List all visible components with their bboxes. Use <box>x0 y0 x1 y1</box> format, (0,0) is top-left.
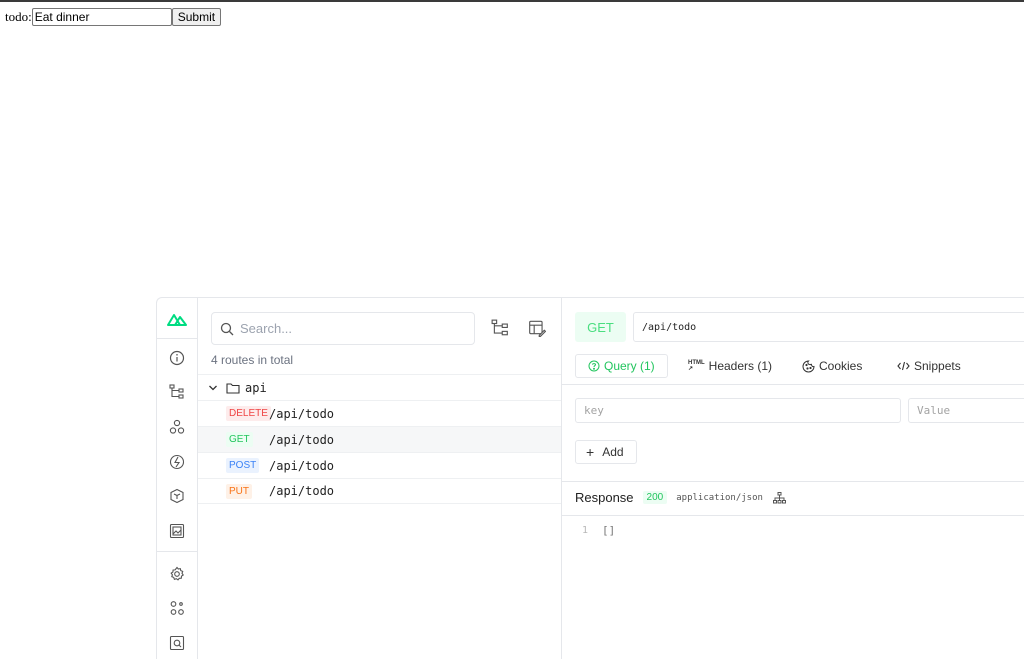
tab-cookies[interactable]: Cookies <box>802 354 862 378</box>
table-edit-icon[interactable] <box>527 318 547 338</box>
route-path: /api/todo <box>269 484 335 498</box>
route-tree: api DELETE /api/todo GET /api/todo POST … <box>198 374 561 504</box>
tab-snippets[interactable]: Snippets <box>897 354 961 378</box>
folder-label: api <box>245 380 267 395</box>
devtools-panel: Search... 4 routes in total api DELETE /… <box>156 297 1024 659</box>
folder-row[interactable]: api <box>198 374 561 400</box>
route-search[interactable]: Search... <box>211 312 475 345</box>
search-icon <box>220 322 234 336</box>
line-number: 1 <box>582 525 589 536</box>
request-pane: GET /api/todo Query (1) HTML ↗ Headers (1… <box>562 298 1024 659</box>
nuxt-logo-icon[interactable] <box>167 309 187 329</box>
folder-icon <box>226 382 240 394</box>
sitemap-icon[interactable] <box>772 491 786 504</box>
tree-icon[interactable] <box>167 382 187 402</box>
method-badge: DELETE <box>226 406 271 421</box>
top-border <box>0 0 1024 2</box>
info-icon[interactable] <box>167 348 187 368</box>
content-type: application/json <box>676 492 763 503</box>
route-row[interactable]: GET /api/todo <box>198 426 561 452</box>
divider <box>562 481 1024 482</box>
todo-input[interactable] <box>31 8 172 26</box>
code-icon <box>897 360 910 372</box>
method-badge: GET <box>226 432 253 447</box>
query-value-input[interactable]: Value <box>908 398 1024 423</box>
tab-headers-label: Headers (1) <box>708 359 773 373</box>
method-button[interactable]: GET <box>575 312 626 342</box>
route-count: 4 routes in total <box>211 353 294 367</box>
method-badge: POST <box>226 458 260 473</box>
response-header: Response 200 application/json <box>575 490 786 505</box>
status-badge: 200 <box>642 491 668 504</box>
modules-icon[interactable] <box>167 486 187 506</box>
settings-icon[interactable] <box>167 564 187 584</box>
tab-query-label: Query (1) <box>604 359 655 373</box>
add-label: Add <box>602 445 624 459</box>
help-circle-icon <box>588 360 600 372</box>
plus-icon: + <box>586 444 595 460</box>
submit-button[interactable]: Submit <box>171 8 222 26</box>
hooks-icon[interactable] <box>167 452 187 472</box>
plugins-icon[interactable] <box>167 598 187 618</box>
route-path: /api/todo <box>269 432 335 447</box>
devtools-sidebar <box>157 298 198 659</box>
route-row[interactable]: DELETE /api/todo <box>198 400 561 426</box>
tree-view-icon[interactable] <box>490 318 510 338</box>
inspect-icon[interactable] <box>167 633 187 653</box>
url-input[interactable]: /api/todo <box>633 312 1024 342</box>
assets-icon[interactable] <box>167 521 187 541</box>
todo-form: todo: Submit <box>5 8 222 26</box>
cookie-icon <box>802 359 815 373</box>
routes-pane: Search... 4 routes in total api DELETE /… <box>198 298 562 659</box>
response-label: Response <box>575 490 634 505</box>
divider <box>562 384 1024 385</box>
tab-query[interactable]: Query (1) <box>575 354 668 378</box>
todo-label: todo: <box>5 9 32 24</box>
components-icon[interactable] <box>167 417 187 437</box>
method-badge: PUT <box>226 483 252 499</box>
html-tag-icon: HTML ↗ <box>688 360 705 372</box>
chevron-down-icon <box>208 383 218 393</box>
query-key-input[interactable]: key <box>575 398 901 423</box>
route-path: /api/todo <box>269 406 335 421</box>
tab-headers[interactable]: HTML ↗ Headers (1) <box>688 354 772 378</box>
route-row[interactable]: PUT /api/todo <box>198 478 561 504</box>
search-input[interactable]: Search... <box>240 321 292 336</box>
divider <box>562 515 1024 516</box>
route-path: /api/todo <box>269 458 335 473</box>
tab-snippets-label: Snippets <box>914 359 961 373</box>
response-body: [] <box>602 524 616 537</box>
add-button[interactable]: + Add <box>575 440 637 464</box>
route-row[interactable]: POST /api/todo <box>198 452 561 478</box>
tab-cookies-label: Cookies <box>819 359 863 373</box>
